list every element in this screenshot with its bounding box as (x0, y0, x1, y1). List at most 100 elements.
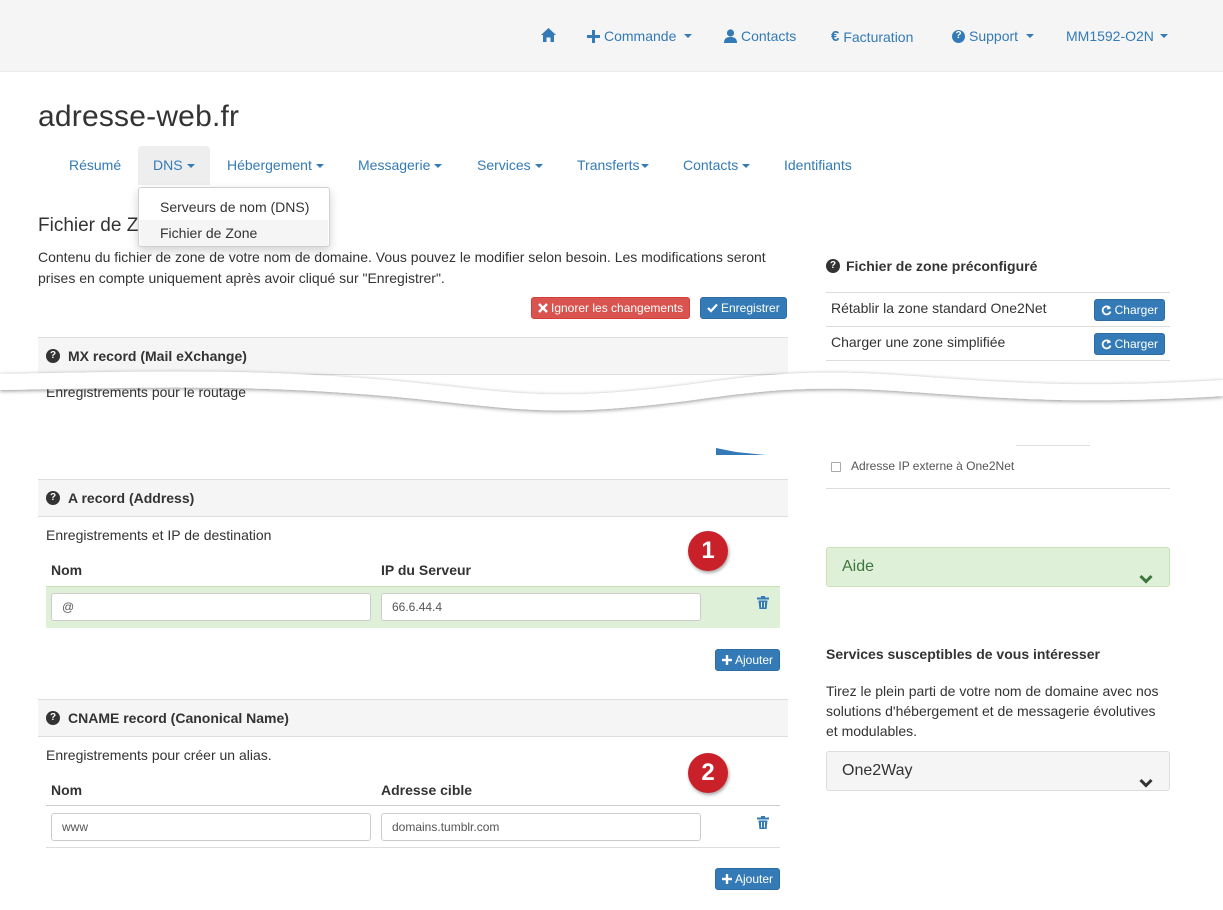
tab-resume[interactable]: Résumé (54, 146, 136, 185)
callout-badge-1: 1 (688, 531, 728, 571)
divider (46, 805, 780, 806)
preset-row-standard: Rétablir la zone standard One2Net Charge… (826, 293, 1170, 327)
caret-down-icon (434, 164, 443, 169)
tab-contacts-label: Contacts (683, 157, 739, 173)
cname-name-input[interactable]: www (51, 813, 371, 841)
caret-down-icon (186, 164, 195, 169)
caret-down-icon (315, 164, 324, 169)
services-title: Services susceptibles de vous intéresser (826, 646, 1100, 662)
preset-row-label: Rétablir la zone standard One2Net (831, 300, 1047, 316)
question-circle-icon: ? (46, 491, 60, 505)
nav-contacts[interactable]: Contacts (724, 28, 796, 44)
ignore-changes-label: Ignorer les changements (551, 301, 684, 315)
tab-contacts[interactable]: Contacts (668, 146, 765, 185)
tab-dns-label: DNS (153, 157, 183, 173)
tab-resume-label: Résumé (69, 157, 122, 173)
preset-zone-heading: ? Fichier de zone préconfiguré (826, 258, 1037, 274)
caret-down-icon (684, 34, 693, 38)
a-record-title: A record (Address) (68, 490, 195, 506)
refresh-icon (1101, 305, 1112, 316)
a-ip-input[interactable]: 66.6.44.4 (381, 593, 701, 621)
check-icon (707, 303, 718, 313)
dns-dropdown-menu: Serveurs de nom (DNS) Fichier de Zone (138, 187, 330, 247)
help-accordion[interactable]: Aide (826, 547, 1170, 587)
nav-support-label: Support (969, 28, 1019, 44)
nav-commande[interactable]: Commande (587, 28, 693, 44)
one2way-label: One2Way (842, 762, 913, 779)
menu-item-zone-file[interactable]: Fichier de Zone (140, 220, 328, 246)
add-label: Ajouter (735, 653, 774, 667)
help-label: Aide (842, 558, 875, 575)
refresh-icon (1101, 339, 1112, 350)
trash-icon[interactable] (757, 816, 769, 832)
load-simplified-button[interactable]: Charger (1093, 333, 1165, 355)
plus-icon (722, 874, 732, 884)
divider (826, 488, 1170, 489)
home-icon (541, 28, 556, 42)
cname-col-target: Adresse cible (381, 782, 473, 798)
a-col-name: Nom (51, 562, 83, 578)
external-ip-checkbox[interactable] (831, 462, 841, 472)
load-standard-button[interactable]: Charger (1093, 299, 1165, 321)
load-label: Charger (1114, 337, 1158, 351)
a-name-input[interactable]: @ (51, 593, 371, 621)
chevron-down-icon (1139, 561, 1153, 599)
cname-record-title: CNAME record (Canonical Name) (68, 710, 289, 726)
nav-home[interactable] (541, 28, 556, 42)
nav-facturation-label: Facturation (843, 28, 914, 45)
cname-record-heading: ? CNAME record (Canonical Name) (38, 699, 788, 737)
tab-dns[interactable]: DNS (138, 146, 210, 185)
preset-row-label: Charger une zone simplifiée (831, 334, 1006, 350)
a-record-description: Enregistrements et IP de destination (46, 527, 272, 543)
callout-badge-2: 2 (688, 753, 728, 793)
site-title: adresse-web.fr (38, 100, 240, 133)
plus-icon (722, 655, 732, 665)
a-add-button[interactable]: Ajouter (715, 649, 781, 671)
intro-text: Contenu du fichier de zone de votre nom … (38, 249, 766, 286)
a-col-ip: IP du Serveur (381, 562, 472, 578)
menu-item-name-servers[interactable]: Serveurs de nom (DNS) (140, 194, 328, 220)
nav-account[interactable]: MM1592-O2N (1066, 28, 1168, 44)
nav-contacts-label: Contacts (741, 28, 797, 44)
plus-icon (587, 29, 600, 43)
tab-messagerie-label: Messagerie (358, 157, 431, 173)
trash-icon[interactable] (757, 596, 769, 612)
one2way-accordion[interactable]: One2Way (826, 751, 1170, 791)
nav-account-label: MM1592-O2N (1066, 28, 1154, 44)
question-circle-icon: ? (826, 259, 840, 273)
save-button[interactable]: Enregistrer (700, 297, 787, 319)
nav-commande-label: Commande (604, 28, 677, 44)
caret-down-icon (640, 164, 649, 169)
caret-down-icon (1159, 34, 1168, 38)
nav-support[interactable]: ? Support (952, 28, 1035, 44)
tab-messagerie[interactable]: Messagerie (343, 146, 457, 185)
tab-services[interactable]: Services (462, 146, 558, 185)
services-description: Tirez le plein parti de votre nom de dom… (826, 683, 1159, 739)
caret-down-icon (1026, 34, 1035, 38)
save-label: Enregistrer (721, 301, 780, 315)
nav-facturation[interactable]: € Facturation (831, 28, 913, 45)
tab-identifiants[interactable]: Identifiants (769, 146, 867, 185)
user-icon (724, 29, 737, 43)
external-ip-label: Adresse IP externe à One2Net (851, 459, 1015, 473)
menu-item-label: Fichier de Zone (160, 225, 258, 241)
tab-transferts-label: Transferts (577, 157, 640, 173)
torn-edge-divider (0, 371, 1223, 411)
caret-down-icon (534, 164, 543, 169)
cname-add-button[interactable]: Ajouter (715, 868, 781, 890)
tab-services-label: Services (477, 157, 531, 173)
tab-hebergement-label: Hébergement (227, 157, 312, 173)
divider (46, 847, 780, 848)
euro-icon: € (831, 28, 840, 45)
preset-zone-title: Fichier de zone préconfiguré (846, 258, 1038, 274)
tab-hebergement[interactable]: Hébergement (212, 146, 339, 185)
cname-record-description: Enregistrements pour créer un alias. (46, 747, 272, 763)
tab-transferts[interactable]: Transferts (562, 146, 664, 185)
cname-col-name: Nom (51, 782, 83, 798)
load-label: Charger (1114, 303, 1158, 317)
question-icon: ? (952, 29, 965, 43)
chevron-down-icon (1139, 765, 1153, 803)
cname-target-input[interactable]: domains.tumblr.com (381, 813, 701, 841)
ignore-changes-button[interactable]: Ignorer les changements (531, 297, 691, 319)
tab-identifiants-label: Identifiants (784, 157, 852, 173)
